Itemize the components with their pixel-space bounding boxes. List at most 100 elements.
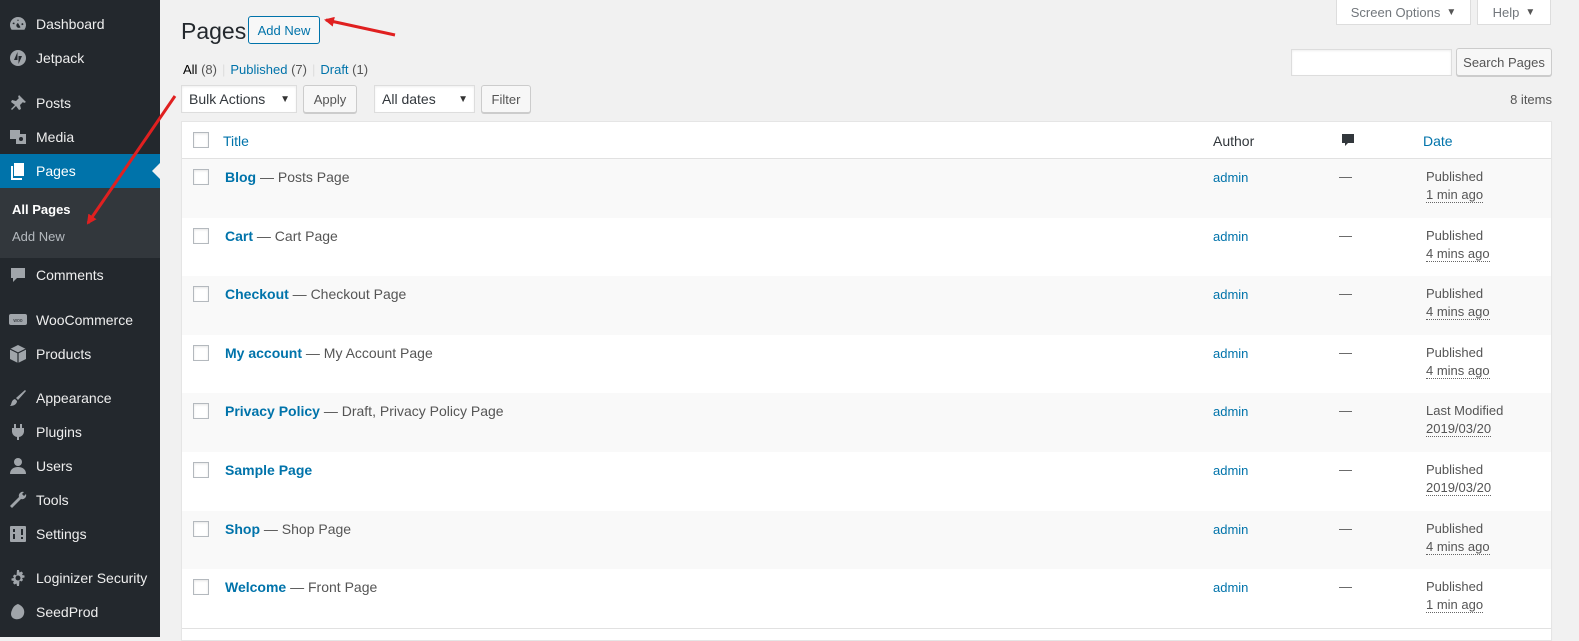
page-state: — Shop Page [260, 520, 352, 537]
search-pages-button[interactable]: Search Pages [1456, 48, 1552, 76]
date-status: Published [1426, 227, 1484, 243]
sidebar-item-comments[interactable]: Comments [0, 258, 160, 292]
author-link[interactable]: admin [1213, 580, 1248, 595]
date-status: Last Modified [1426, 403, 1504, 419]
filter-button[interactable]: Filter [481, 85, 531, 113]
plug-icon [0, 422, 36, 442]
comment-bubble-icon[interactable] [1340, 132, 1356, 151]
comments-count: — [1339, 344, 1352, 360]
apply-button[interactable]: Apply [303, 85, 357, 113]
page-title-link[interactable]: Sample Page [225, 462, 312, 478]
title-cell: Sample Page [225, 462, 312, 478]
sidebar-item-jetpack[interactable]: Jetpack [0, 41, 160, 75]
sidebar-item-label: Tools [36, 492, 69, 508]
row-checkbox[interactable] [193, 403, 209, 420]
sidebar-item-label: Loginizer Security [36, 570, 148, 586]
brush-icon [0, 388, 36, 408]
page-state: — Checkout Page [288, 286, 407, 303]
date-value: 1 min ago [1426, 597, 1484, 614]
author-link[interactable]: admin [1213, 522, 1248, 537]
screen-options-label: Screen Options [1350, 4, 1441, 20]
screen-options-button[interactable]: Screen Options ▼ [1336, 0, 1471, 25]
table-row: Blog — Posts Page admin — Published 1 mi… [182, 159, 1551, 218]
sidebar-item-label: Media [36, 129, 75, 145]
dates-value: All dates [382, 91, 436, 107]
page-state: — Cart Page [253, 227, 338, 244]
submenu-add-new[interactable]: Add New [12, 229, 65, 244]
row-checkbox[interactable] [193, 344, 209, 361]
sidebar-item-settings[interactable]: Settings [0, 517, 160, 551]
page-title-link[interactable]: Shop [225, 521, 260, 537]
sidebar-item-plugins[interactable]: Plugins [0, 415, 160, 449]
page-state: — Posts Page [256, 169, 350, 185]
sidebar-item-appearance[interactable]: Appearance [0, 381, 160, 415]
media-icon [0, 127, 36, 147]
help-label: Help [1492, 4, 1520, 20]
row-checkbox[interactable] [193, 579, 209, 596]
pages-submenu: All Pages Add New [0, 188, 160, 258]
sidebar-item-dashboard[interactable]: Dashboard [0, 7, 160, 41]
page-title-link[interactable]: Cart [225, 228, 253, 244]
bulk-actions-select[interactable]: Bulk Actions ▼ [181, 85, 297, 113]
sidebar-item-posts[interactable]: Posts [0, 86, 160, 120]
sidebar-item-seedprod[interactable]: SeedProd [0, 595, 160, 629]
search-input[interactable] [1291, 49, 1452, 76]
caret-down-icon: ▼ [458, 94, 468, 105]
sidebar-item-label: SeedProd [36, 604, 99, 620]
sidebar-item-media[interactable]: Media [0, 120, 160, 154]
sidebar-item-label: Products [36, 346, 92, 362]
row-checkbox[interactable] [193, 227, 209, 244]
author-link[interactable]: admin [1213, 404, 1248, 419]
comments-count: — [1339, 520, 1352, 536]
sidebar-item-products[interactable]: Products [0, 337, 160, 371]
comments-count: — [1339, 403, 1352, 419]
column-date-header[interactable]: Date [1423, 133, 1453, 149]
page-title-link[interactable]: Welcome [225, 579, 286, 595]
date-status: Published [1426, 579, 1484, 595]
filter-draft-link[interactable]: Draft (1) [320, 62, 368, 77]
page-title-link[interactable]: Privacy Policy [225, 403, 320, 419]
filter-published-link[interactable]: Published (7) [230, 62, 307, 77]
jetpack-icon [0, 48, 36, 68]
dates-select[interactable]: All dates ▼ [374, 85, 475, 113]
select-all-checkbox[interactable] [193, 132, 209, 148]
sidebar-item-pages[interactable]: Pages [0, 154, 160, 188]
dashboard-icon [0, 14, 36, 34]
sidebar-item-label: Appearance [36, 390, 112, 406]
column-title-header[interactable]: Title [223, 133, 249, 149]
sidebar-item-loginizer-security[interactable]: Loginizer Security [0, 561, 160, 595]
table-row: Welcome — Front Page admin — Published 1… [182, 569, 1551, 628]
pages-table: Title Author Date Blog — Posts Page admi… [181, 121, 1552, 641]
sidebar-item-tools[interactable]: Tools [0, 483, 160, 517]
date-status: Published [1426, 286, 1484, 302]
submenu-all-pages[interactable]: All Pages [12, 202, 71, 217]
date-status: Published [1426, 344, 1484, 360]
page-title-link[interactable]: My account [225, 345, 302, 361]
table-row: My account — My Account Page admin — Pub… [182, 335, 1551, 394]
page-title-link[interactable]: Blog [225, 169, 256, 185]
admin-sidebar: Dashboard Jetpack Posts Media Pages All … [0, 0, 160, 637]
filter-all-link[interactable]: All (8) [183, 62, 217, 77]
row-checkbox[interactable] [193, 462, 209, 478]
settings-icon [0, 524, 36, 544]
author-link[interactable]: admin [1213, 287, 1248, 302]
row-checkbox[interactable] [193, 169, 209, 185]
author-link[interactable]: admin [1213, 346, 1248, 361]
help-button[interactable]: Help ▼ [1477, 0, 1551, 25]
row-checkbox[interactable] [193, 286, 209, 303]
author-link[interactable]: admin [1213, 463, 1248, 478]
author-link[interactable]: admin [1213, 170, 1248, 185]
date-value: 4 mins ago [1426, 538, 1490, 555]
sidebar-item-label: WooCommerce [36, 312, 133, 328]
status-filter-links: All (8) | Published (7) | Draft (1) [183, 62, 369, 77]
row-checkbox[interactable] [193, 520, 209, 537]
date-status: Published [1426, 169, 1484, 184]
sidebar-item-users[interactable]: Users [0, 449, 160, 483]
sidebar-item-woocommerce[interactable]: woo WooCommerce [0, 303, 160, 337]
add-new-button[interactable]: Add New [248, 16, 320, 44]
gear-icon [0, 568, 36, 588]
page-title-link[interactable]: Checkout [225, 286, 289, 302]
author-link[interactable]: admin [1213, 229, 1248, 244]
table-row: Sample Page admin — Published 2019/03/20 [182, 452, 1551, 511]
sidebar-item-label: Settings [36, 526, 87, 542]
